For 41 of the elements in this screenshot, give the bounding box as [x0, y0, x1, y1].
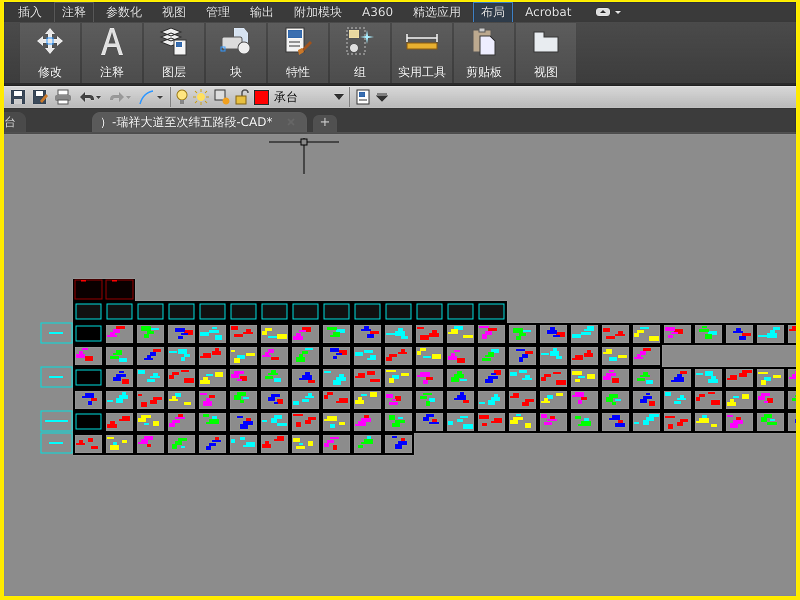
move-arrows-icon [35, 26, 65, 56]
save-as-icon[interactable] [32, 89, 48, 105]
lightbulb-icon[interactable] [176, 89, 188, 105]
ribbon-panel-button[interactable]: 剪贴板 [454, 23, 514, 83]
ribbon-panel-button[interactable]: 块 [206, 23, 266, 83]
dropdown-caret-icon[interactable] [334, 93, 344, 101]
ribbon-panel-button[interactable]: 视图 [516, 23, 576, 83]
ribbon-panel-button[interactable]: 实用工具 [392, 23, 452, 83]
ribbon-panel-button[interactable]: 组 [330, 23, 390, 83]
ribbon-panel-button[interactable]: 修改 [20, 23, 80, 83]
ribbon-panel-button[interactable]: 注释 [82, 23, 142, 83]
more-caret-icon[interactable] [376, 91, 388, 103]
group-sparkle-icon [345, 26, 375, 56]
document-tab[interactable]: ）-瑞祥大道至次纬五路段-CAD* [92, 112, 306, 132]
letter-icon [98, 26, 126, 56]
layer-name[interactable]: 承台 [274, 88, 329, 106]
ribbon-panel-button[interactable]: 图层 [144, 23, 204, 83]
ribbon-tab[interactable]: 精选应用 [405, 2, 470, 22]
layer-properties-icon[interactable] [356, 89, 370, 105]
ribbon-tab[interactable]: 参数化 [98, 2, 150, 22]
viewport-sun-icon[interactable] [214, 89, 230, 105]
ribbon-tab[interactable]: Acrobat [517, 3, 580, 21]
ribbon-panel-button[interactable]: 特性 [268, 23, 328, 83]
properties-sheet-icon [283, 26, 313, 56]
ribbon-tab[interactable]: 视图 [154, 2, 194, 22]
ribbon-tab[interactable]: A360 [354, 3, 402, 21]
ribbon-tab[interactable]: 管理 [198, 2, 238, 22]
ribbon-tab[interactable]: 附加模块 [286, 2, 350, 22]
document-tab[interactable]: 台 [4, 112, 26, 132]
ribbon-tab[interactable]: 布局 [473, 2, 514, 22]
crosshair-cursor-icon [269, 138, 339, 174]
ribbon-tab[interactable]: 插入 [10, 2, 50, 22]
new-tab-button[interactable]: + [312, 115, 338, 132]
print-icon[interactable] [54, 89, 72, 105]
padlock-icon[interactable] [235, 89, 249, 105]
clipboard-icon [470, 26, 498, 56]
save-icon[interactable] [10, 89, 26, 105]
ribbon-tab[interactable]: 输出 [242, 2, 282, 22]
block-shapes-icon [220, 26, 252, 56]
layers-icon [159, 26, 189, 56]
minimize-ribbon-icon[interactable] [595, 6, 624, 18]
